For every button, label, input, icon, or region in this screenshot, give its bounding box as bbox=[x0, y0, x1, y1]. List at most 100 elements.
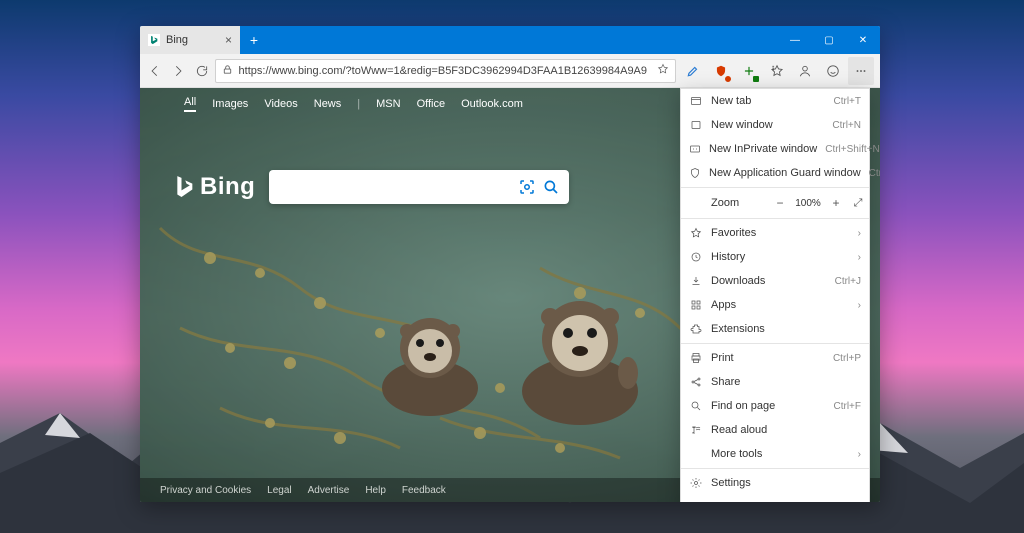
search-box[interactable] bbox=[269, 170, 569, 204]
footer-privacy[interactable]: Privacy and Cookies bbox=[160, 485, 251, 496]
bing-nav-outlook[interactable]: Outlook.com bbox=[461, 98, 523, 110]
bing-logo-icon bbox=[174, 174, 194, 200]
menu-label: New tab bbox=[711, 95, 826, 107]
share-icon bbox=[689, 376, 703, 388]
menu-divider bbox=[681, 343, 869, 344]
window-minimize-button[interactable]: — bbox=[778, 26, 812, 54]
search-icon[interactable] bbox=[539, 175, 563, 199]
menu-shortcut: Ctrl+F bbox=[834, 401, 862, 412]
bing-nav-msn[interactable]: MSN bbox=[376, 98, 400, 110]
search-input[interactable] bbox=[279, 180, 515, 195]
menu-label: Find on page bbox=[711, 400, 826, 412]
forward-button[interactable] bbox=[168, 57, 190, 85]
bing-logo: Bing bbox=[174, 173, 255, 201]
menu-item-apps[interactable]: Apps › bbox=[681, 293, 869, 317]
browser-window: Bing × + — ▢ ✕ https://www.bing.com/?toW… bbox=[140, 26, 880, 502]
menu-label: Extensions bbox=[711, 323, 861, 335]
window-close-button[interactable]: ✕ bbox=[846, 26, 880, 54]
menu-item-history[interactable]: History› bbox=[681, 245, 869, 269]
footer-advertise[interactable]: Advertise bbox=[308, 485, 350, 496]
menu-label: New InPrivate window bbox=[709, 143, 817, 155]
favorite-star-icon[interactable] bbox=[657, 63, 669, 78]
tab-title: Bing bbox=[166, 34, 188, 46]
back-button[interactable] bbox=[144, 57, 166, 85]
menu-item-new-window[interactable]: New window Ctrl+N bbox=[681, 113, 869, 137]
menu-item-read-aloud[interactable]: Read aloud bbox=[681, 418, 869, 442]
chevron-right-icon: › bbox=[858, 502, 861, 503]
app-guard-icon[interactable] bbox=[708, 57, 734, 85]
menu-item-help-and-feedback[interactable]: Help and feedback› bbox=[681, 495, 869, 502]
menu-label: Read aloud bbox=[711, 424, 861, 436]
menu-label: Print bbox=[711, 352, 825, 364]
menu-item-downloads[interactable]: DownloadsCtrl+J bbox=[681, 269, 869, 293]
menu-label: More tools bbox=[711, 448, 850, 460]
menu-label: Apps bbox=[711, 299, 850, 311]
menu-shortcut: Ctrl+P bbox=[833, 353, 861, 364]
download-icon bbox=[689, 275, 703, 287]
footer-help[interactable]: Help bbox=[365, 485, 386, 496]
menu-label: Settings bbox=[711, 477, 861, 489]
menu-item-favorites[interactable]: Favorites› bbox=[681, 221, 869, 245]
menu-shortcut: Ctrl+Shift+A bbox=[869, 168, 880, 179]
url-text: https://www.bing.com/?toWww=1&redig=B5F3… bbox=[239, 65, 647, 77]
chevron-right-icon: › bbox=[858, 228, 861, 239]
chevron-right-icon: › bbox=[858, 449, 861, 460]
collections-icon[interactable] bbox=[736, 57, 762, 85]
bing-logo-icon bbox=[148, 34, 160, 46]
active-tab[interactable]: Bing × bbox=[140, 26, 240, 54]
bing-nav-images[interactable]: Images bbox=[212, 98, 248, 110]
read-icon bbox=[689, 424, 703, 436]
footer-legal[interactable]: Legal bbox=[267, 485, 291, 496]
bing-nav-videos[interactable]: Videos bbox=[264, 98, 297, 110]
menu-item-new-tab[interactable]: New tab Ctrl+T bbox=[681, 89, 869, 113]
favorites-list-icon[interactable] bbox=[764, 57, 790, 85]
chevron-right-icon: › bbox=[858, 300, 861, 311]
address-bar[interactable]: https://www.bing.com/?toWww=1&redig=B5F3… bbox=[215, 59, 676, 83]
menu-item-new-inprivate-window[interactable]: New InPrivate windowCtrl+Shift+N bbox=[681, 137, 869, 161]
menu-shortcut: Ctrl+Shift+N bbox=[825, 144, 879, 155]
menu-item-new-application-guard-window[interactable]: New Application Guard windowCtrl+Shift+A bbox=[681, 161, 869, 185]
fullscreen-button[interactable]: ⤢ bbox=[847, 197, 869, 210]
window-icon bbox=[689, 119, 703, 131]
refresh-button[interactable] bbox=[191, 57, 213, 85]
find-icon bbox=[689, 400, 703, 412]
settings-icon bbox=[689, 477, 703, 489]
menu-item-find-on-page[interactable]: Find on page Ctrl+F bbox=[681, 394, 869, 418]
menu-divider bbox=[681, 187, 869, 188]
ext-icon bbox=[689, 323, 703, 335]
inprivate-icon bbox=[689, 143, 701, 155]
bing-nav-office[interactable]: Office bbox=[417, 98, 446, 110]
lock-icon bbox=[222, 64, 233, 78]
footer-feedback[interactable]: Feedback bbox=[402, 485, 446, 496]
browser-toolbar: https://www.bing.com/?toWww=1&redig=B5F3… bbox=[140, 54, 880, 88]
feedback-icon[interactable] bbox=[820, 57, 846, 85]
otter-right bbox=[500, 273, 660, 433]
history-icon bbox=[689, 251, 703, 263]
zoom-label: Zoom bbox=[681, 197, 769, 209]
menu-item-settings[interactable]: Settings bbox=[681, 471, 869, 495]
new-tab-button[interactable]: + bbox=[240, 26, 268, 54]
menu-item-extensions[interactable]: Extensions bbox=[681, 317, 869, 341]
more-button[interactable] bbox=[848, 57, 874, 85]
menu-label: Downloads bbox=[711, 275, 827, 287]
visual-search-icon[interactable] bbox=[515, 175, 539, 199]
tab-close-icon[interactable]: × bbox=[225, 33, 232, 47]
menu-item-print[interactable]: Print Ctrl+P bbox=[681, 346, 869, 370]
bing-nav-news[interactable]: News bbox=[314, 98, 342, 110]
menu-label: New window bbox=[711, 119, 824, 131]
zoom-in-button[interactable]: + bbox=[825, 196, 847, 210]
star-icon bbox=[689, 227, 703, 239]
menu-zoom-row: Zoom − 100% + ⤢ bbox=[681, 190, 869, 216]
menu-item-more-tools[interactable]: More tools › bbox=[681, 442, 869, 466]
window-maximize-button[interactable]: ▢ bbox=[812, 26, 846, 54]
titlebar: Bing × + — ▢ ✕ bbox=[140, 26, 880, 54]
profile-icon[interactable] bbox=[792, 57, 818, 85]
zoom-out-button[interactable]: − bbox=[769, 196, 791, 210]
bing-nav-all[interactable]: All bbox=[184, 96, 196, 112]
menu-item-share[interactable]: Share bbox=[681, 370, 869, 394]
edit-icon[interactable] bbox=[680, 57, 706, 85]
guard-icon bbox=[689, 167, 701, 179]
menu-label: New Application Guard window bbox=[709, 167, 861, 179]
menu-shortcut: Ctrl+N bbox=[832, 120, 861, 131]
menu-shortcut: Ctrl+T bbox=[834, 96, 862, 107]
